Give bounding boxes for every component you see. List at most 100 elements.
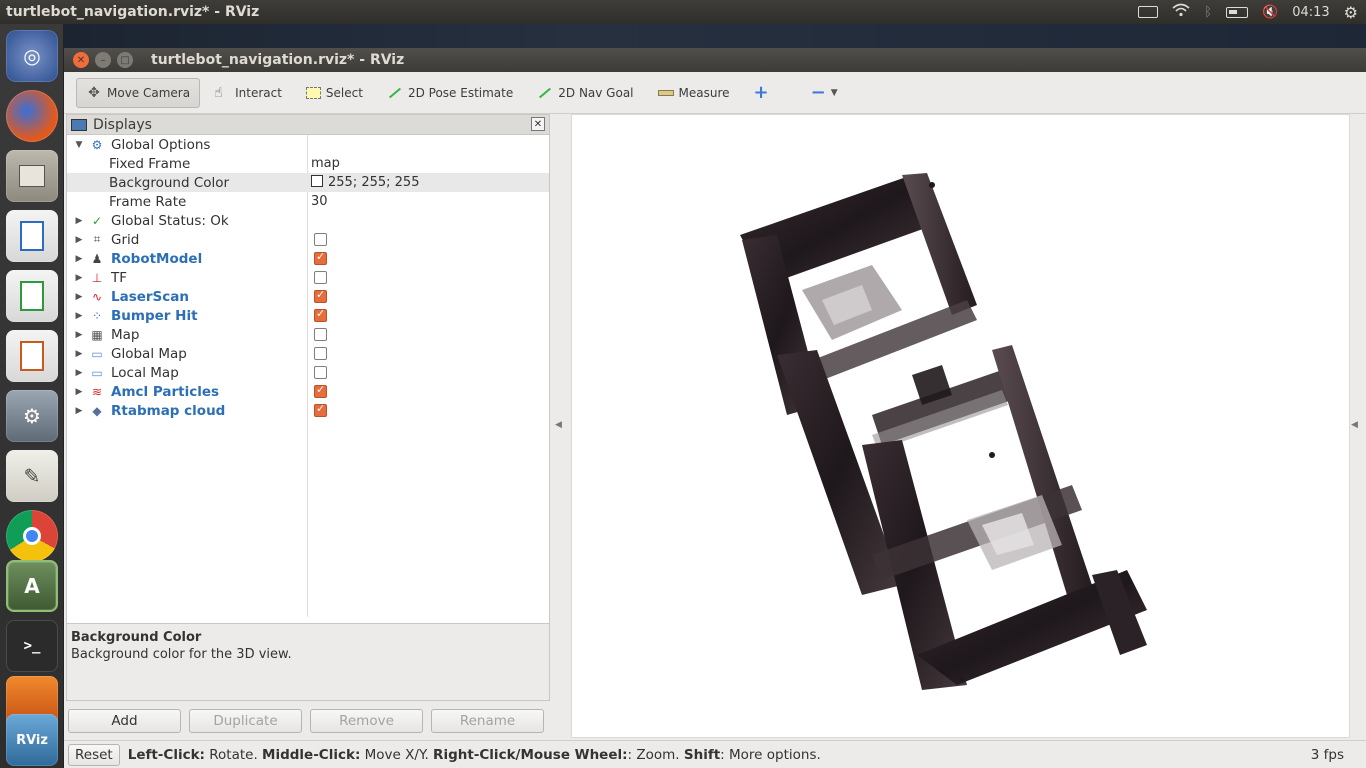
clock[interactable]: 04:13: [1292, 5, 1329, 20]
enable-checkbox[interactable]: [314, 402, 327, 417]
enable-checkbox[interactable]: [314, 288, 327, 303]
hint-middle-click-key: Middle-Click:: [262, 746, 361, 763]
status-bar: Reset Left-Click: Rotate. Middle-Click: …: [64, 740, 1366, 768]
tree-row-global-options[interactable]: ▼ ⚙ Global Options: [67, 135, 549, 154]
expand-arrow-icon[interactable]: ▶: [74, 311, 84, 321]
expand-arrow-icon[interactable]: ▶: [74, 273, 84, 283]
expand-arrow-icon[interactable]: ▶: [74, 216, 84, 226]
firefox-icon[interactable]: [6, 90, 58, 142]
enable-checkbox[interactable]: [314, 271, 327, 284]
expand-arrow-icon[interactable]: ▶: [74, 406, 84, 416]
window-titlebar[interactable]: ✕ – □ turtlebot_navigation.rviz* - RViz: [64, 48, 1366, 72]
enable-checkbox[interactable]: [314, 366, 327, 379]
interact-tool[interactable]: ☝ Interact: [204, 78, 292, 108]
fixed-frame-value[interactable]: map: [311, 156, 340, 171]
battery-icon[interactable]: [1226, 6, 1248, 18]
description-title: Background Color: [71, 630, 202, 645]
calc-icon[interactable]: [6, 270, 58, 322]
displays-panel: Displays ✕ ▼ ⚙ Global Options Fixed Fram…: [66, 114, 550, 686]
rename-button[interactable]: Rename: [431, 709, 544, 733]
bluetooth-icon[interactable]: ᛒ: [1204, 5, 1212, 20]
expand-arrow-icon[interactable]: ▶: [74, 368, 84, 378]
display-item-rtabmap-cloud[interactable]: ▶ ◆ Rtabmap cloud: [67, 401, 549, 420]
tree-row-frame-rate[interactable]: Frame Rate 30: [67, 192, 549, 211]
robot-icon: ♟: [91, 251, 103, 266]
display-item-local-map[interactable]: ▶ ▭ Local Map: [67, 363, 549, 382]
settings-icon[interactable]: ⚙: [6, 390, 58, 442]
select-tool[interactable]: Select: [296, 78, 373, 108]
collapse-right-icon[interactable]: ◀: [1351, 420, 1358, 430]
enable-checkbox[interactable]: [314, 383, 327, 398]
move-camera-icon: ✥: [88, 84, 100, 101]
select-icon: [305, 86, 321, 99]
enable-checkbox[interactable]: [314, 347, 327, 360]
tree-row-background-color[interactable]: Background Color 255; 255; 255: [67, 173, 549, 192]
window-minimize-button[interactable]: –: [95, 52, 111, 68]
nav-goal-tool[interactable]: 2D Nav Goal: [527, 78, 643, 108]
display-item-grid[interactable]: ▶ ⌗ Grid: [67, 230, 549, 249]
display-item-laserscan[interactable]: ▶ ∿ LaserScan: [67, 287, 549, 306]
move-camera-label: Move Camera: [107, 85, 191, 100]
impress-icon[interactable]: [6, 330, 58, 382]
chrome-icon[interactable]: [6, 510, 58, 562]
window-maximize-button[interactable]: □: [117, 52, 133, 68]
measure-label: Measure: [678, 85, 730, 100]
enable-checkbox[interactable]: [314, 233, 327, 246]
measure-tool[interactable]: Measure: [648, 78, 740, 108]
duplicate-button[interactable]: Duplicate: [189, 709, 302, 733]
expand-arrow-icon[interactable]: ▶: [74, 292, 84, 302]
expand-arrow-icon[interactable]: ▶: [74, 254, 84, 264]
display-item-robotmodel[interactable]: ▶ ♟ RobotModel: [67, 249, 549, 268]
expand-arrow-icon[interactable]: ▶: [74, 349, 84, 359]
collapse-left-icon[interactable]: ◀: [555, 420, 562, 430]
display-item-label: LaserScan: [111, 288, 190, 305]
window-close-button[interactable]: ✕: [73, 52, 89, 68]
display-item-global-map[interactable]: ▶ ▭ Global Map: [67, 344, 549, 363]
tree-row-fixed-frame[interactable]: Fixed Frame map: [67, 154, 549, 173]
ubuntu-dash-icon[interactable]: ◎: [6, 30, 58, 82]
expand-arrow-icon[interactable]: ▶: [74, 330, 84, 340]
volume-icon[interactable]: 🔇: [1262, 5, 1278, 20]
enable-checkbox[interactable]: [314, 250, 327, 265]
gear-icon[interactable]: ⚙: [1344, 3, 1358, 22]
expand-arrow-icon[interactable]: ▼: [74, 140, 84, 150]
display-item-amcl-particles[interactable]: ▶ ≋ Amcl Particles: [67, 382, 549, 401]
remove-button[interactable]: Remove: [310, 709, 423, 733]
tree-row-global-status[interactable]: ▶ ✓ Global Status: Ok: [67, 211, 549, 230]
software-updater-icon[interactable]: A: [6, 560, 58, 612]
collapse-right-bar[interactable]: ◀: [1350, 114, 1362, 738]
enable-checkbox[interactable]: [314, 328, 327, 341]
display-item-map[interactable]: ▶ ▦ Map: [67, 325, 549, 344]
remove-tool-button[interactable]: − ▼: [801, 78, 848, 108]
tool-bar: ✥ Move Camera ☝ Interact Select 2D Pose …: [64, 72, 1366, 114]
add-tool-button[interactable]: +: [744, 78, 779, 108]
wifi-icon[interactable]: [1172, 3, 1190, 21]
background-color-value[interactable]: 255; 255; 255: [311, 175, 419, 190]
keyboard-icon[interactable]: [1138, 6, 1159, 18]
move-camera-tool[interactable]: ✥ Move Camera: [76, 77, 201, 108]
text-editor-icon[interactable]: ✎: [6, 450, 58, 502]
enable-checkbox[interactable]: [314, 307, 327, 322]
display-item-label: Rtabmap cloud: [111, 402, 226, 419]
writer-icon[interactable]: [6, 210, 58, 262]
check-icon: ✓: [91, 213, 103, 228]
pose-estimate-tool[interactable]: 2D Pose Estimate: [377, 78, 523, 108]
frame-rate-value[interactable]: 30: [311, 194, 328, 209]
goal-arrow-icon: [537, 85, 553, 101]
expand-arrow-icon[interactable]: ▶: [74, 387, 84, 397]
folder-icon: ▭: [91, 365, 103, 380]
minus-icon: −: [810, 82, 826, 103]
panel-close-button[interactable]: ✕: [531, 117, 545, 131]
color-swatch[interactable]: [311, 175, 323, 187]
panel-splitter[interactable]: ◀: [550, 114, 570, 738]
add-button[interactable]: Add: [68, 709, 181, 733]
display-item-bumper-hit[interactable]: ▶ ⁘ Bumper Hit: [67, 306, 549, 325]
reset-button[interactable]: Reset: [68, 743, 120, 766]
rviz-icon[interactable]: RViz: [6, 714, 58, 766]
files-icon[interactable]: [6, 150, 58, 202]
expand-arrow-icon[interactable]: ▶: [74, 235, 84, 245]
hint-middle-click-text: Move X/Y.: [360, 746, 434, 763]
3d-view[interactable]: [571, 114, 1350, 738]
terminal-icon[interactable]: >_: [6, 620, 58, 672]
display-item-tf[interactable]: ▶ ⊥ TF: [67, 268, 549, 287]
